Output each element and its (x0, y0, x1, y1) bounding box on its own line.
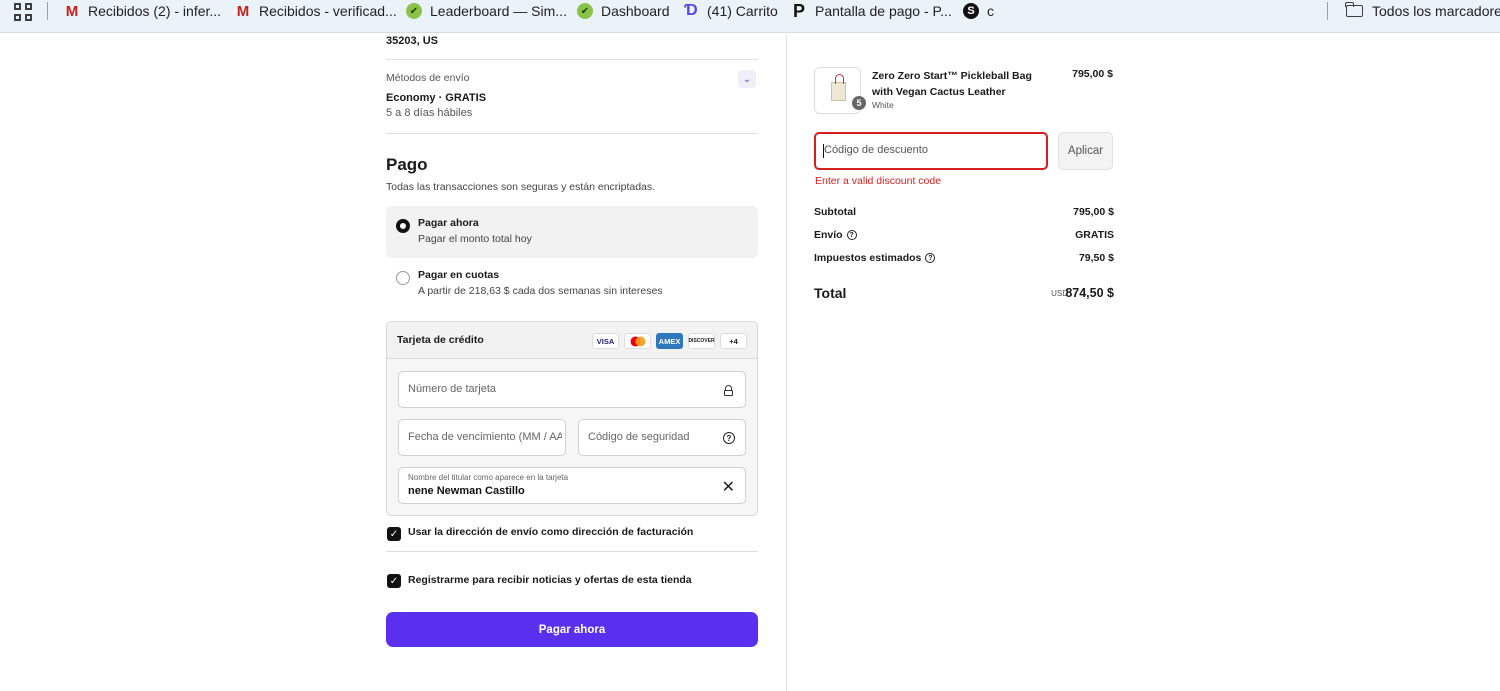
cardholder-name-label: Nombre del titular como aparece en la ta… (408, 473, 569, 482)
radio-unselected[interactable] (396, 271, 410, 285)
cardholder-name-field[interactable]: Nombre del titular como aparece en la ta… (398, 467, 746, 504)
bookmark-carrito[interactable]: Ɗ (41) Carrito (683, 2, 778, 20)
subtotal-label: Subtotal (814, 206, 856, 218)
newsletter-label: Registrarme para recibir noticias y ofer… (408, 574, 692, 586)
more-brands-badge: +4 (720, 333, 747, 349)
credit-card-title: Tarjeta de crédito (397, 334, 484, 346)
newsletter-checkbox[interactable]: ✓ (387, 574, 401, 588)
help-icon[interactable]: ? (723, 432, 735, 444)
product-variant: White (872, 100, 894, 110)
option-subtitle: Pagar el monto total hoy (418, 233, 532, 245)
help-icon[interactable]: ? (846, 230, 857, 240)
visa-icon: VISA (592, 333, 619, 349)
radio-selected[interactable] (396, 219, 410, 233)
amex-icon: AMEX (656, 333, 683, 349)
taxes-label: Impuestos estimados ? (814, 252, 936, 264)
bookmarks-separator (47, 2, 48, 20)
bookmark-leaderboard[interactable]: ✔ Leaderboard — Sim... (406, 2, 567, 20)
bookmark-recibidos-verificad[interactable]: M Recibidos - verificad... (235, 2, 397, 20)
divider (386, 59, 758, 60)
all-bookmarks[interactable]: Todos los marcadores (1372, 2, 1500, 20)
pay-now-button[interactable]: Pagar ahora (386, 612, 758, 647)
mastercard-icon (624, 333, 651, 349)
bookmark-dashboard[interactable]: ✔ Dashboard (577, 2, 670, 20)
expiry-date-field[interactable]: Fecha de vencimiento (MM / AA) (398, 419, 566, 456)
credit-card-header: Tarjeta de crédito VISA AMEX DISCOVER +4 (387, 322, 757, 359)
option-subtitle: A partir de 218,63 $ cada dos semanas si… (418, 285, 663, 297)
shipping-label: Envío ? (814, 229, 857, 241)
divider (386, 551, 758, 552)
bookmark-c[interactable]: S c (963, 2, 994, 20)
bookmark-recibidos-infer[interactable]: M Recibidos (2) - infer... (64, 2, 221, 20)
security-code-placeholder: Código de seguridad (588, 431, 690, 443)
close-icon[interactable]: ✕ (722, 477, 735, 497)
security-code-field[interactable]: Código de seguridad ? (578, 419, 746, 456)
leaf-icon: ✔ (577, 3, 593, 19)
bookmarks-bar: M Recibidos (2) - infer... M Recibidos -… (0, 0, 1500, 33)
bag-icon (831, 74, 846, 101)
discover-icon: DISCOVER (688, 333, 715, 349)
cardholder-name-value: nene Newman Castillo (408, 485, 525, 497)
product-thumbnail: 5 (814, 67, 867, 114)
leaf-icon: ✔ (406, 3, 422, 19)
discount-error: Enter a valid discount code (815, 175, 942, 187)
payment-option-pay-now[interactable]: Pagar ahora Pagar el monto total hoy (386, 206, 758, 258)
help-icon[interactable]: ? (925, 253, 936, 263)
lock-icon (724, 385, 733, 396)
total-value: 874,50 $ (1065, 286, 1114, 300)
column-divider (786, 34, 787, 691)
payment-option-installments[interactable]: Pagar en cuotas A partir de 218,63 $ cad… (386, 259, 758, 311)
option-title: Pagar en cuotas (418, 269, 500, 281)
gmail-icon: M (236, 2, 250, 20)
payment-subtitle: Todas las transacciones son seguras y es… (386, 181, 656, 193)
total-label: Total (814, 285, 847, 301)
product-price: 795,00 $ (1072, 68, 1113, 80)
card-number-placeholder: Número de tarjeta (408, 383, 497, 395)
subtotal-value: 795,00 $ (1073, 206, 1114, 218)
billing-same-checkbox[interactable]: ✓ (387, 527, 401, 541)
discount-code-input[interactable]: Código de descuento (814, 132, 1048, 170)
payment-title: Pago (386, 155, 428, 174)
credit-card-form: Tarjeta de crédito VISA AMEX DISCOVER +4… (386, 321, 758, 516)
bookmarks-separator (1327, 2, 1328, 20)
apps-grid-icon[interactable] (14, 3, 32, 21)
chevron-down-icon[interactable]: ⌄ (738, 70, 756, 88)
billing-same-label: Usar la dirección de envío como direcció… (408, 526, 694, 538)
quantity-badge: 5 (851, 95, 867, 111)
taxes-value: 79,50 $ (1078, 252, 1114, 264)
shipping-days: 5 a 8 días hábiles (386, 107, 473, 119)
d-logo-icon: Ɗ (684, 2, 698, 19)
option-title: Pagar ahora (418, 217, 479, 229)
shipping-value: GRATIS (1075, 229, 1114, 241)
discount-placeholder: Código de descuento (824, 144, 928, 156)
shipping-methods-label: Métodos de envío (386, 72, 470, 84)
folder-icon (1345, 2, 1363, 17)
shipping-method: Economy · GRATIS (386, 92, 487, 104)
expiry-placeholder: Fecha de vencimiento (MM / AA) (408, 431, 562, 443)
apply-discount-button[interactable]: Aplicar (1058, 132, 1113, 170)
bookmark-pantalla-pago[interactable]: P Pantalla de pago - P... (791, 0, 952, 21)
shipping-address-tail: 35203, US (386, 35, 438, 47)
s-logo-icon: S (963, 3, 979, 19)
product-name: Zero Zero Start™ Pickleball Bag with Veg… (872, 70, 1032, 98)
p-logo-icon: P (792, 0, 805, 21)
divider (386, 133, 758, 134)
gmail-icon: M (65, 2, 79, 20)
card-number-field[interactable]: Número de tarjeta (398, 371, 746, 408)
